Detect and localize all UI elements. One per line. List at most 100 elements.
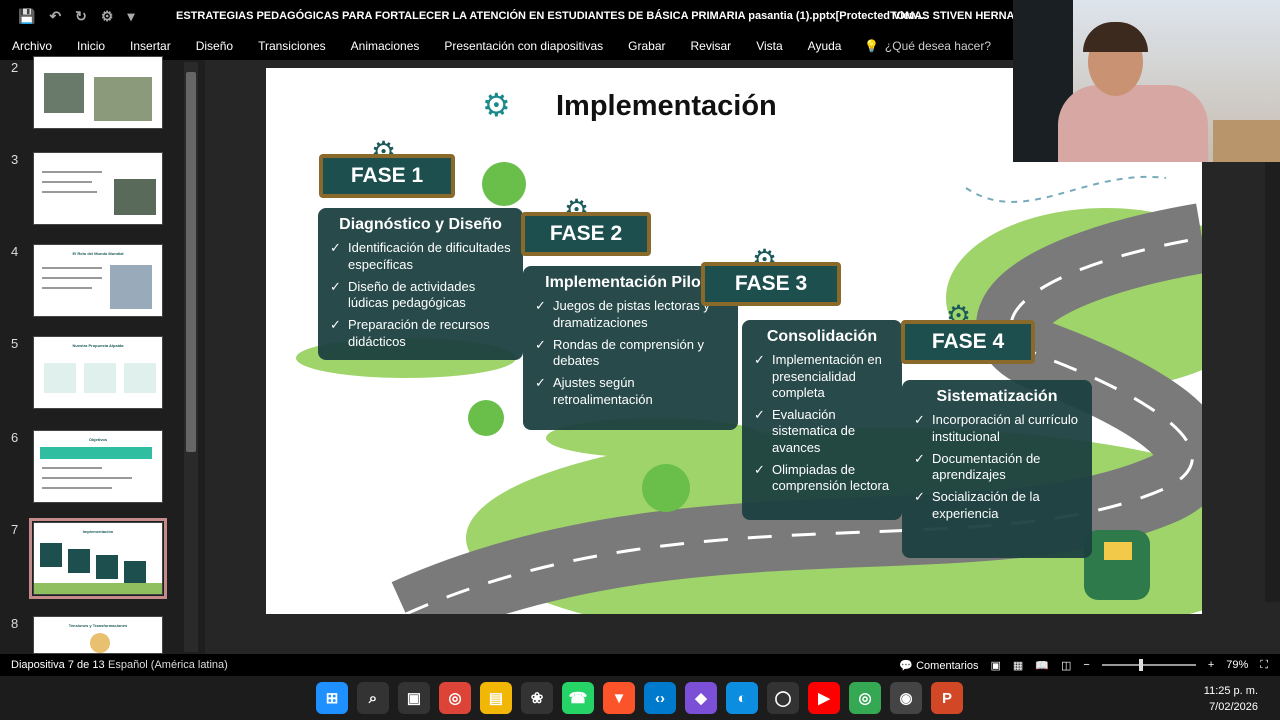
zoom-in-icon[interactable]: + xyxy=(1208,659,1214,671)
language-indicator[interactable]: Español (América latina) xyxy=(108,659,228,671)
file-explorer-icon[interactable]: ▤ xyxy=(480,682,512,714)
phase-1-list: Identificación de dificultades específic… xyxy=(328,240,513,350)
gears-icon: ⚙ xyxy=(482,87,511,123)
slide-sorter-icon[interactable]: ▦ xyxy=(1013,659,1023,672)
fit-to-window-icon[interactable]: ⛶ xyxy=(1260,659,1268,672)
presenter-icon[interactable]: ⚙ xyxy=(101,8,114,25)
thumb-preview[interactable]: Tensiones y Transformaciones xyxy=(33,616,163,654)
system-clock[interactable]: 11:25 p. m. 7/02/2026 xyxy=(1204,683,1258,715)
vscode-icon[interactable]: ‹› xyxy=(644,682,676,714)
tab-animaciones[interactable]: Animaciones xyxy=(338,39,432,53)
tab-revisar[interactable]: Revisar xyxy=(678,39,744,53)
thumb-title: Nuestra Propuesta Alpaida xyxy=(72,343,124,348)
windows-start-icon[interactable]: ⊞ xyxy=(316,682,348,714)
windows-taskbar: ⊞ ⌕ ▣ ◎ ▤ ❀ ☎ ▼ ‹› ◆ ◐ ◯ ▶ ◎ ◉ P 11:25 p. m. 7/02/2026 xyxy=(0,676,1280,720)
zoom-out-icon[interactable]: − xyxy=(1083,659,1089,671)
obs-icon[interactable]: ◉ xyxy=(890,682,922,714)
copilot-icon[interactable]: ◯ xyxy=(767,682,799,714)
lightbulb-icon: 💡 xyxy=(863,39,879,53)
phase-4-item: Socialización de la experiencia xyxy=(912,489,1082,522)
taskbar-apps: ⊞ ⌕ ▣ ◎ ▤ ❀ ☎ ▼ ‹› ◆ ◐ ◯ ▶ ◎ ◉ P xyxy=(316,682,963,714)
tab-diseno[interactable]: Diseño xyxy=(183,39,245,53)
phase-4-sign: FASE 4 xyxy=(901,320,1035,364)
comments-label: Comentarios xyxy=(916,659,979,672)
phase-2-heading: Implementación Piloto xyxy=(545,274,716,291)
reading-view-icon[interactable]: 📖 xyxy=(1035,659,1049,672)
tab-presentacion[interactable]: Presentación con diapositivas xyxy=(432,39,616,53)
thumb-preview[interactable] xyxy=(33,56,163,129)
brave-icon[interactable]: ▼ xyxy=(603,682,635,714)
scrollbar-thumb[interactable] xyxy=(186,72,196,452)
phase-2-sign: FASE 2 xyxy=(521,212,651,256)
customize-toolbar-icon[interactable]: ▾ xyxy=(127,8,134,25)
thumb-panel xyxy=(124,561,146,585)
phase-3-heading: Consolidación xyxy=(766,328,878,345)
tab-archivo[interactable]: Archivo xyxy=(0,39,65,53)
thumbnail-scrollbar[interactable] xyxy=(184,62,198,652)
save-icon[interactable]: 💾 xyxy=(18,8,35,25)
thumbnail-slide-7[interactable]: 7 Implementación xyxy=(0,518,180,599)
thumb-grass xyxy=(34,583,162,594)
user-name[interactable]: TOMAS STIVEN HERNAND xyxy=(890,10,1030,22)
zoom-slider[interactable] xyxy=(1101,659,1196,671)
tell-me-box[interactable]: 💡 ¿Qué desea hacer? xyxy=(864,39,991,53)
whatsapp-icon[interactable]: ☎ xyxy=(562,682,594,714)
tab-ayuda[interactable]: Ayuda xyxy=(795,39,854,53)
m365-icon[interactable]: ◆ xyxy=(685,682,717,714)
webcam-person-hair xyxy=(1083,22,1148,52)
quick-access-toolbar: 💾 ↶ ↻ ⚙ ▾ xyxy=(0,8,170,25)
thumb-preview[interactable]: Objetivos xyxy=(33,430,163,503)
thumbnail-slide-4[interactable]: 4 El Reto del Mundo Mundial xyxy=(0,244,180,320)
phase-3-sign: FASE 3 xyxy=(701,262,841,306)
thumb-banner xyxy=(40,447,152,459)
phase-1-sign: FASE 1 xyxy=(319,154,455,198)
phase-1-heading: Diagnóstico y Diseño xyxy=(339,216,502,233)
tab-vista[interactable]: Vista xyxy=(744,39,795,53)
slideshow-icon[interactable]: ◫ xyxy=(1061,659,1071,672)
tab-transiciones[interactable]: Transiciones xyxy=(246,39,339,53)
comment-icon: 💬 xyxy=(899,659,917,672)
thumb-graphic xyxy=(90,633,110,653)
phase-1-panel: Diagnóstico y Diseño Identificación de d… xyxy=(318,208,523,360)
search-icon[interactable]: ⌕ xyxy=(357,682,389,714)
comments-button[interactable]: 💬 Comentarios xyxy=(899,659,978,672)
thumb-text-line xyxy=(42,287,92,289)
thumbnail-slide-6[interactable]: 6 Objetivos xyxy=(0,430,180,506)
chrome-profile-icon[interactable]: ◎ xyxy=(849,682,881,714)
tab-insertar[interactable]: Insertar xyxy=(118,39,184,53)
thumbnail-slide-5[interactable]: 5 Nuestra Propuesta Alpaida xyxy=(0,336,180,412)
task-view-icon[interactable]: ▣ xyxy=(398,682,430,714)
zoom-level[interactable]: 79% xyxy=(1226,659,1248,671)
thumb-text-line xyxy=(42,267,102,269)
document-title: ESTRATEGIAS PEDAGÓGICAS PARA FORTALECER … xyxy=(176,10,927,22)
chrome-icon[interactable]: ◎ xyxy=(439,682,471,714)
powerpoint-icon[interactable]: P xyxy=(931,682,963,714)
thumb-title: Implementación xyxy=(82,529,114,534)
thumb-preview[interactable]: El Reto del Mundo Mundial xyxy=(33,244,163,317)
webcam-person-body xyxy=(1058,85,1208,162)
thumb-preview[interactable] xyxy=(33,152,163,225)
slide-scrollbar[interactable] xyxy=(1265,162,1280,602)
thumb-preview-active[interactable]: Implementación xyxy=(29,518,167,599)
undo-icon[interactable]: ↶ xyxy=(49,8,61,25)
thumb-text-line xyxy=(42,171,102,173)
tab-inicio[interactable]: Inicio xyxy=(65,39,118,53)
phase-2-item: Rondas de comprensión y debates xyxy=(533,337,728,370)
youtube-icon[interactable]: ▶ xyxy=(808,682,840,714)
slide-thumbnail-pane: 2 3 4 El Reto del Mundo Mundial 5 Nuestr… xyxy=(0,56,200,654)
thumbnail-slide-3[interactable]: 3 xyxy=(0,152,180,228)
redo-icon[interactable]: ↻ xyxy=(75,8,87,25)
chatgpt-icon[interactable]: ❀ xyxy=(521,682,553,714)
webcam-overlay xyxy=(1013,0,1280,162)
phase-2-item: Juegos de pistas lectoras y dramatizacio… xyxy=(533,298,728,331)
thumb-card xyxy=(124,363,156,393)
tab-grabar[interactable]: Grabar xyxy=(616,39,678,53)
normal-view-icon[interactable]: ▣ xyxy=(990,659,1000,672)
thumbnail-slide-2[interactable]: 2 xyxy=(0,56,180,136)
thumb-title: Tensiones y Transformaciones xyxy=(68,623,128,628)
edge-icon[interactable]: ◐ xyxy=(726,682,758,714)
thumb-number: 2 xyxy=(11,60,19,75)
thumb-preview[interactable]: Nuestra Propuesta Alpaida xyxy=(33,336,163,409)
zoom-slider-knob[interactable] xyxy=(1138,659,1143,671)
thumb-text-line xyxy=(42,277,102,279)
